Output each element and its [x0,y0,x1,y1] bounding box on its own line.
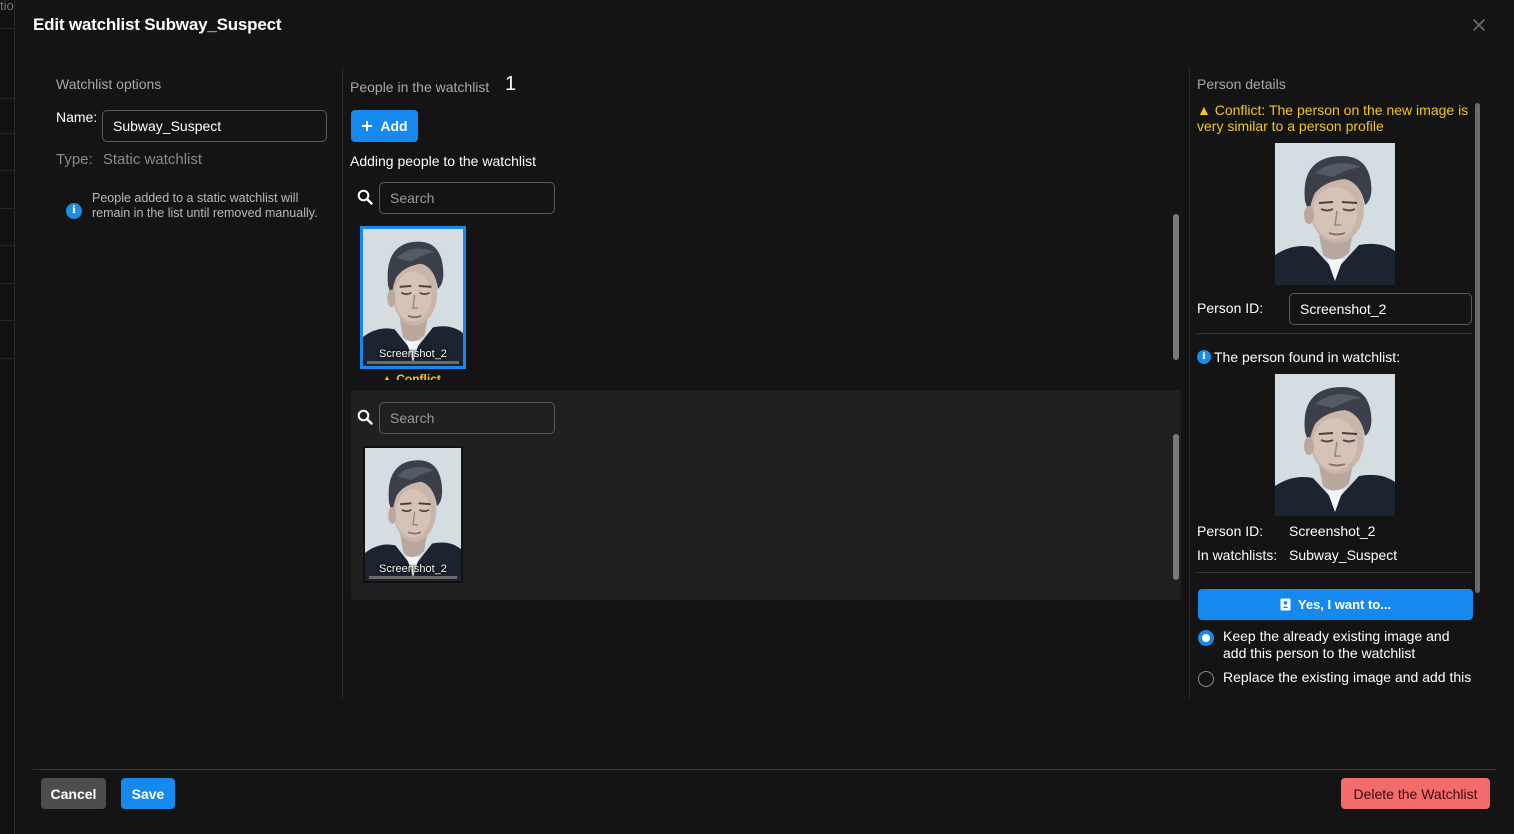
card-caption-bar [367,361,459,364]
background-divider [0,133,14,134]
details-scrollbar[interactable] [1475,103,1480,593]
background-divider [0,208,14,209]
type-key: Type: [56,151,93,168]
card-caption-bar [369,576,457,579]
background-divider [0,98,14,99]
info-icon: i [66,203,82,219]
new-person-card[interactable]: Screenshot_2 [360,226,466,369]
adding-people-heading: Adding people to the watchlist [350,153,537,169]
cancel-button[interactable]: Cancel [41,778,106,809]
person-id-input[interactable] [1289,293,1472,325]
new-people-search-input[interactable] [379,182,555,214]
background-divider [0,320,14,321]
existing-person-card[interactable]: Screenshot_2 [363,446,463,583]
replace-image-option-label[interactable]: Replace the existing image and add this [1223,669,1483,686]
people-count: 1 [505,73,517,95]
person-photo [1275,374,1395,516]
info-icon: i [1197,350,1211,364]
add-button-label: Add [380,118,408,134]
yes-i-want-to-button[interactable]: Yes, I want to... [1198,589,1473,620]
keep-image-option-label[interactable]: Keep the already existing image and add … [1223,628,1473,662]
person-photo [363,229,463,366]
background-divider [0,358,14,359]
watchlist-options-title: Watchlist options [56,76,162,92]
found-person-id-label: Person ID: [1197,523,1264,539]
watchlist-name-input[interactable] [102,110,327,142]
existing-profile-photo [1275,374,1395,516]
in-watchlists-label: In watchlists: [1197,547,1278,563]
person-details-title: Person details [1197,76,1286,92]
save-button[interactable]: Save [121,778,175,809]
new-image-photo [1275,143,1395,285]
card-caption: Screenshot_2 [379,563,447,575]
static-watchlist-info: People added to a static watchlist will … [92,191,318,220]
found-in-watchlist-text: The person found in watchlist: [1214,349,1400,365]
divider [1197,572,1472,573]
yes-button-label: Yes, I want to... [1297,597,1392,612]
add-person-button[interactable]: Add [351,110,418,142]
plus-icon [362,121,373,131]
background-divider [0,283,14,284]
person-photo [1275,143,1395,285]
warning-icon: ▲ [1197,102,1211,118]
modal-title: Edit watchlist Subway_Suspect [33,15,282,34]
found-person-id-value: Screenshot_2 [1289,523,1376,539]
search-icon [357,409,373,425]
people-section-title: People in the watchlist [350,79,490,95]
card-caption: Screenshot_2 [379,348,447,360]
background-app-strip: tio [0,0,14,834]
conflict-warning: ▲ Conflict: The person on the new image … [1197,102,1475,134]
background-divider [0,28,14,29]
in-watchlists-value: Subway_Suspect [1289,547,1398,563]
column-divider [342,68,343,698]
footer-divider [33,769,1497,770]
edit-watchlist-modal: Edit watchlist Subway_Suspect Watchlist … [14,0,1514,834]
background-divider [0,245,14,246]
person-photo [365,448,461,581]
keep-image-radio[interactable] [1198,630,1214,646]
existing-people-search-input[interactable] [379,402,555,434]
close-icon[interactable] [1470,16,1488,34]
background-divider [0,170,14,171]
background-text: tio [0,0,14,13]
divider [1197,333,1472,334]
conflict-tag-label: Conflict [396,372,441,380]
type-label: Type: Static watchlist [56,151,202,168]
warning-icon: ▲ [381,372,397,380]
search-icon [357,189,373,205]
person-id-label: Person ID: [1197,300,1264,316]
person-card-icon [1280,598,1291,611]
type-value: Static watchlist [102,151,203,168]
name-label: Name: [56,109,98,125]
new-people-scrollbar[interactable] [1173,214,1179,360]
column-divider [1189,68,1190,698]
conflict-warning-text: Conflict: The person on the new image is… [1197,102,1469,134]
replace-image-radio[interactable] [1198,671,1214,687]
conflict-tag: ▲ Conflict [381,372,441,380]
delete-watchlist-button[interactable]: Delete the Watchlist [1341,778,1490,809]
existing-people-scrollbar[interactable] [1173,434,1179,580]
